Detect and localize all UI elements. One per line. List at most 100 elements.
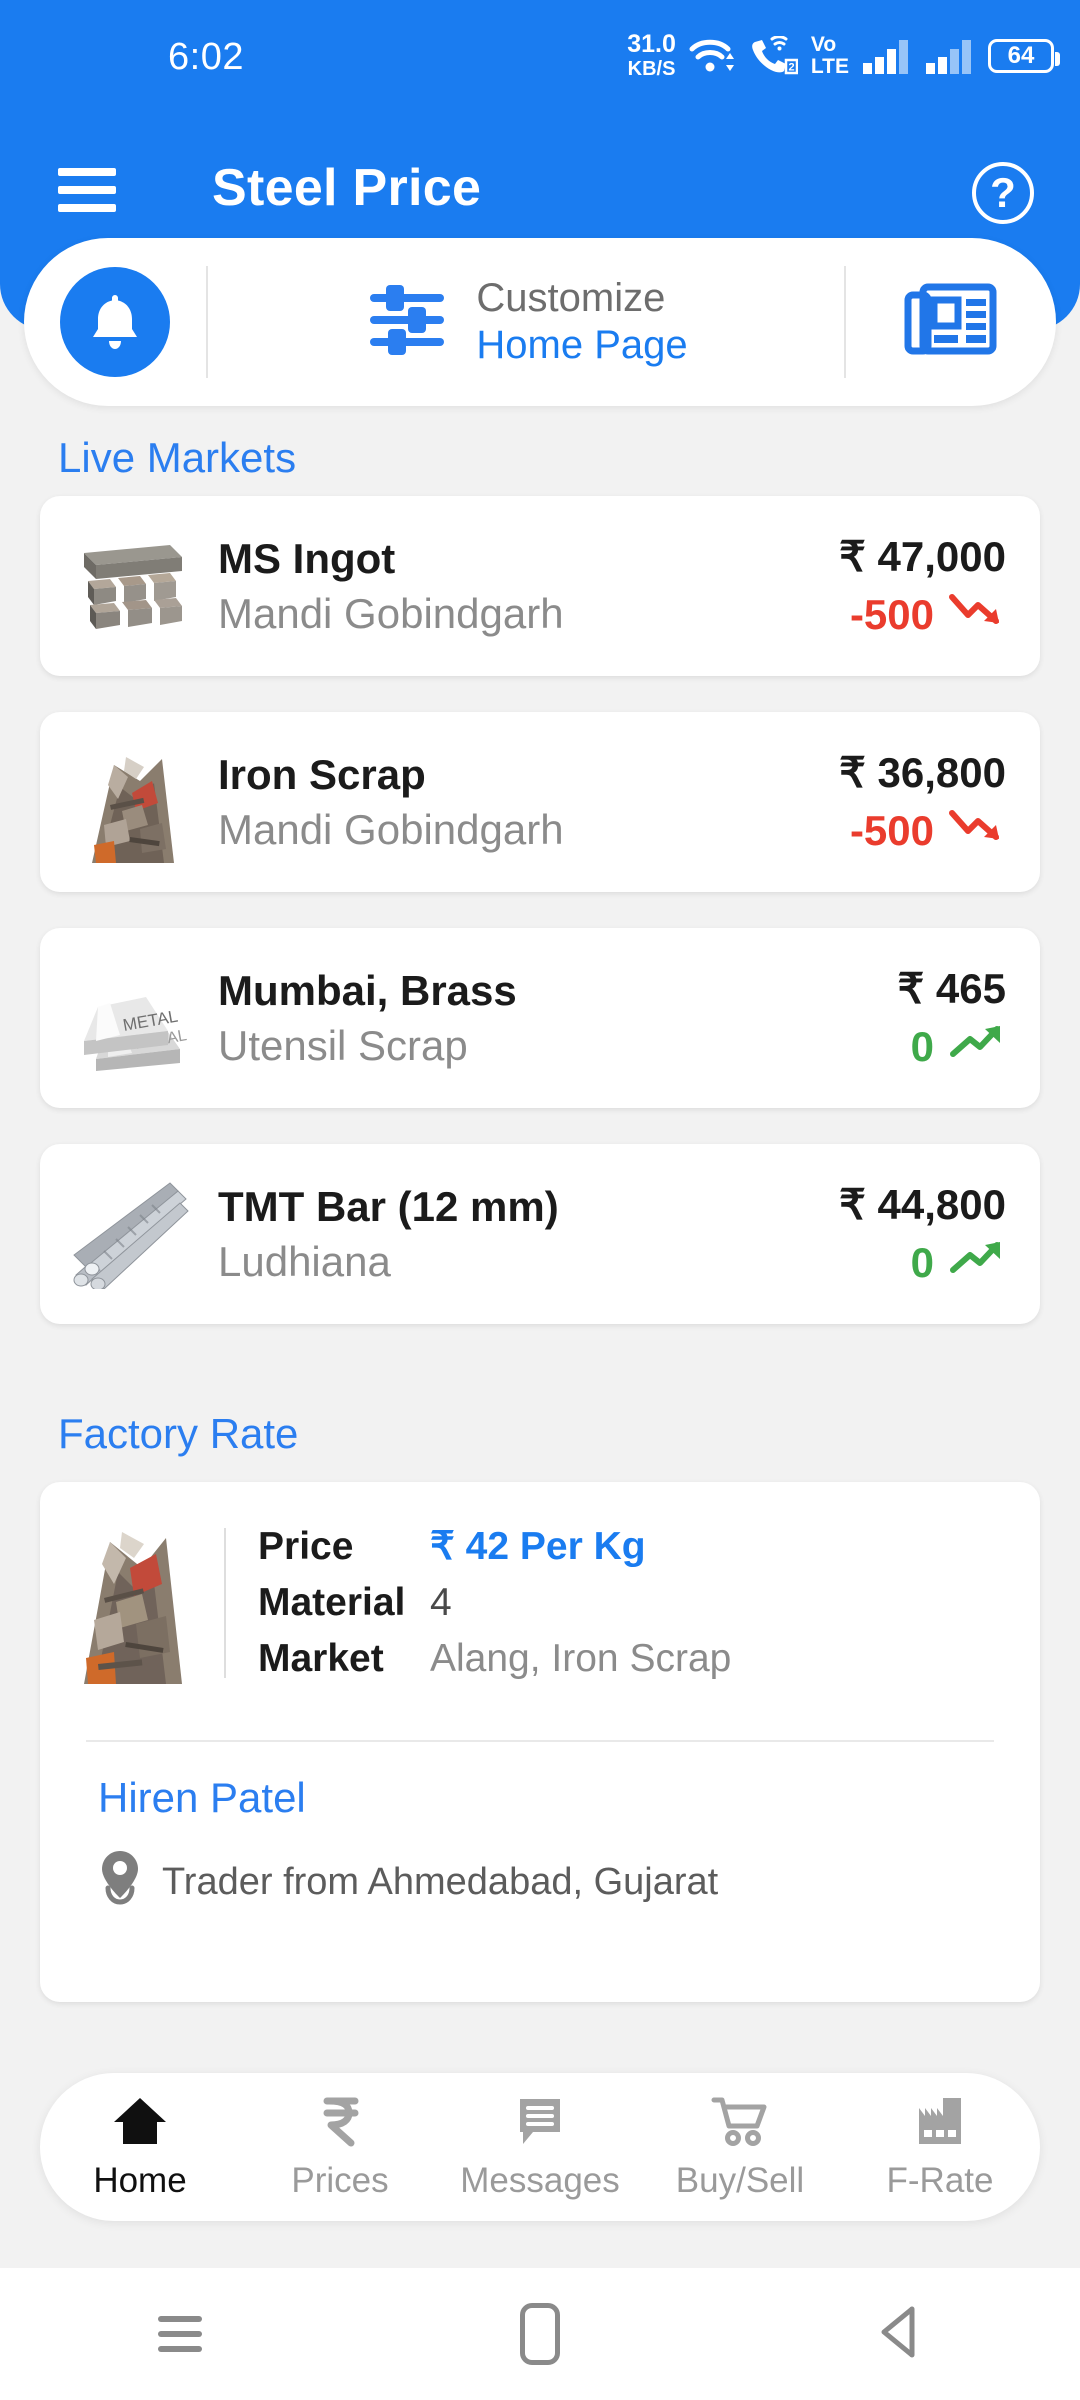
nav-item-messages[interactable]: Messages bbox=[447, 2094, 633, 2201]
nav-label-buy-sell: Buy/Sell bbox=[675, 2160, 805, 2200]
wifi-calling-icon: 2 bbox=[748, 35, 798, 76]
market-name: TMT Bar (12 mm) bbox=[218, 1182, 559, 1230]
market-location: Ludhiana bbox=[218, 1238, 391, 1285]
wifi-icon bbox=[689, 37, 735, 75]
menu-icon[interactable] bbox=[58, 168, 116, 212]
signal-bars-sim1-icon bbox=[862, 38, 912, 74]
market-change-value: 0 bbox=[910, 1239, 934, 1286]
market-location: Mandi Gobindgarh bbox=[218, 806, 564, 853]
volte-line1: Vo bbox=[810, 33, 837, 56]
price-value: ₹ 42 Per Kg bbox=[430, 1525, 646, 1568]
market-change: 0 bbox=[911, 1237, 1006, 1290]
factory-rate-thumbnail bbox=[70, 1524, 192, 1684]
market-name: MS Ingot bbox=[218, 534, 396, 582]
market-card[interactable]: TMT Bar (12 mm) Ludhiana ₹ 44,800 0 bbox=[40, 1144, 1040, 1324]
live-markets-title: Live Markets bbox=[58, 434, 297, 481]
volte-icon: Vo LTE bbox=[811, 34, 849, 77]
market-change: 0 bbox=[911, 1021, 1006, 1074]
bottom-navigation: Home Prices Messages Buy/Sell F-Rate bbox=[40, 2073, 1040, 2221]
network-speed-unit: KB/S bbox=[627, 58, 676, 80]
nav-label-messages: Messages bbox=[460, 2160, 620, 2200]
material-value: 4 bbox=[430, 1581, 452, 1624]
market-value: Alang, Iron Scrap bbox=[430, 1637, 732, 1680]
back-icon bbox=[874, 2303, 926, 2366]
system-home-icon bbox=[520, 2303, 560, 2365]
status-bar: 6:02 31.0 KB/S 2 Vo LTE 64 bbox=[0, 0, 1080, 96]
sliders-icon bbox=[364, 277, 450, 368]
nav-item-home[interactable]: Home bbox=[47, 2094, 233, 2201]
trader-location-text: Trader from Ahmedabad, Gujarat bbox=[162, 1860, 719, 1903]
trend-up-icon bbox=[948, 1021, 1006, 1074]
cart-icon bbox=[711, 2094, 769, 2153]
factory-material-row: Material 4 bbox=[258, 1581, 731, 1625]
home-icon bbox=[111, 2094, 169, 2153]
market-change: -500 bbox=[850, 589, 1006, 642]
brass-utensil-thumbnail: METAL METAL bbox=[70, 957, 192, 1079]
newspaper-icon bbox=[903, 281, 999, 364]
price-label: Price bbox=[258, 1525, 354, 1568]
market-price: ₹ 36,800 bbox=[839, 748, 1006, 796]
recent-apps-icon bbox=[158, 2316, 202, 2352]
help-icon[interactable]: ? bbox=[972, 162, 1034, 224]
page-title: Steel Price bbox=[212, 159, 482, 217]
material-label: Material bbox=[258, 1581, 406, 1624]
market-location: Utensil Scrap bbox=[218, 1022, 468, 1069]
market-change-value: -500 bbox=[849, 591, 934, 638]
recent-apps-icon-line bbox=[158, 2316, 202, 2322]
factory-rate-title: Factory Rate bbox=[58, 1410, 299, 1457]
iron-scrap-thumbnail bbox=[70, 741, 192, 863]
status-icons: 31.0 KB/S 2 Vo LTE 64 bbox=[627, 30, 1060, 80]
rupee-icon bbox=[311, 2094, 369, 2153]
nav-item-prices[interactable]: Prices bbox=[247, 2094, 433, 2201]
nav-label-f-rate: F-Rate bbox=[886, 2160, 994, 2200]
factory-rate-card[interactable]: Price ₹ 42 Per Kg Material 4 Market Alan… bbox=[40, 1482, 1040, 2002]
notifications-button[interactable] bbox=[24, 267, 206, 377]
trader-block: Hiren Patel Trader from Ahmedabad, Gujar… bbox=[98, 1774, 718, 1916]
market-label: Market bbox=[258, 1637, 384, 1680]
nav-item-buy-sell[interactable]: Buy/Sell bbox=[647, 2094, 833, 2201]
menu-icon-line bbox=[58, 186, 116, 194]
customize-home-page-button[interactable]: Customize Home Page bbox=[208, 275, 844, 369]
market-price: ₹ 44,800 bbox=[839, 1180, 1006, 1228]
customize-label-line2: Home Page bbox=[476, 323, 688, 367]
network-speed-indicator: 31.0 KB/S bbox=[627, 30, 676, 80]
trader-location-row: Trader from Ahmedabad, Gujarat bbox=[98, 1848, 718, 1916]
network-speed-value: 31.0 bbox=[627, 30, 676, 58]
market-name: Mumbai, Brass bbox=[218, 966, 517, 1014]
trend-down-icon bbox=[948, 805, 1006, 858]
nav-label-home: Home bbox=[93, 2160, 187, 2200]
factory-icon bbox=[911, 2094, 969, 2153]
phone-screen: 6:02 31.0 KB/S 2 Vo LTE 64 Steel Price ?… bbox=[0, 0, 1080, 2400]
trend-down-icon bbox=[948, 589, 1006, 642]
recent-apps-button[interactable] bbox=[120, 2316, 240, 2352]
trader-name[interactable]: Hiren Patel bbox=[98, 1774, 718, 1822]
bell-icon bbox=[60, 267, 170, 377]
customize-label-line1: Customize bbox=[476, 275, 666, 320]
volte-line2: LTE bbox=[810, 55, 849, 78]
quick-actions-card: Customize Home Page bbox=[24, 238, 1056, 406]
market-location: Mandi Gobindgarh bbox=[218, 590, 564, 637]
news-button[interactable] bbox=[846, 281, 1056, 364]
market-card[interactable]: Iron Scrap Mandi Gobindgarh ₹ 36,800 -50… bbox=[40, 712, 1040, 892]
menu-icon-line bbox=[58, 204, 116, 212]
nav-label-prices: Prices bbox=[291, 2160, 389, 2200]
signal-bars-sim2-icon bbox=[925, 38, 975, 74]
chat-icon bbox=[511, 2094, 569, 2153]
nav-item-f-rate[interactable]: F-Rate bbox=[847, 2094, 1033, 2201]
system-home-button[interactable] bbox=[480, 2303, 600, 2365]
battery-percent: 64 bbox=[1007, 41, 1035, 69]
market-card[interactable]: MS Ingot Mandi Gobindgarh ₹ 47,000 -500 bbox=[40, 496, 1040, 676]
market-price: ₹ 47,000 bbox=[839, 532, 1006, 580]
system-back-button[interactable] bbox=[840, 2303, 960, 2366]
market-change-value: 0 bbox=[910, 1023, 934, 1070]
trend-up-icon bbox=[948, 1237, 1006, 1290]
menu-icon-line bbox=[58, 168, 116, 176]
recent-apps-icon-line bbox=[158, 2346, 202, 2352]
status-time: 6:02 bbox=[168, 36, 244, 78]
system-navigation-bar bbox=[0, 2268, 1080, 2400]
tmt-bar-thumbnail bbox=[70, 1173, 192, 1295]
svg-text:2: 2 bbox=[788, 61, 794, 73]
market-change-value: -500 bbox=[849, 807, 934, 854]
market-change: -500 bbox=[850, 805, 1006, 858]
market-card[interactable]: METAL METAL Mumbai, Brass Utensil Scrap … bbox=[40, 928, 1040, 1108]
